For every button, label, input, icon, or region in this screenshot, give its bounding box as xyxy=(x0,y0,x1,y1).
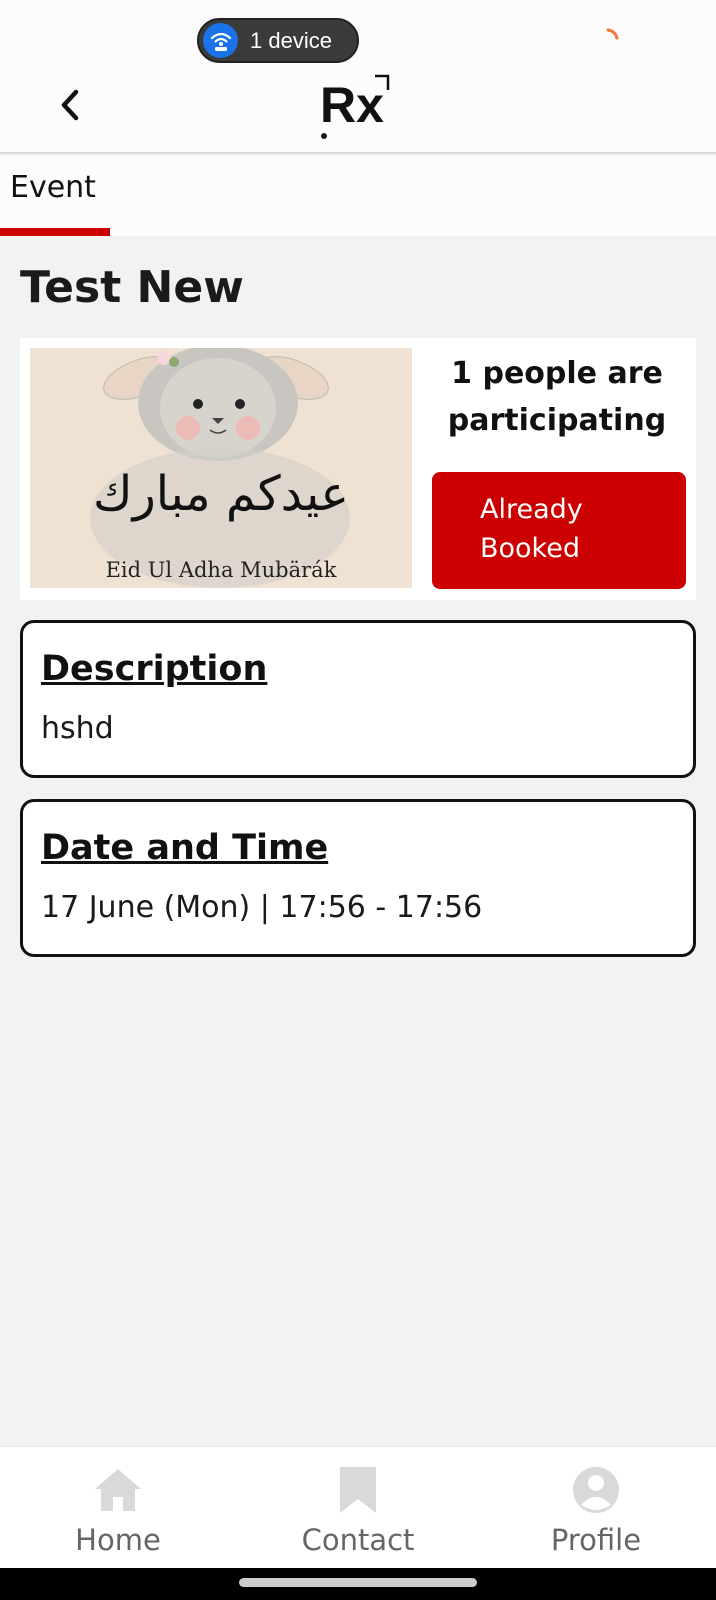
event-card: عيدكم مبارك Eid Ul Adha Mubärák 1 people… xyxy=(20,338,696,600)
user-icon xyxy=(573,1467,619,1513)
date-time-heading: Date and Time xyxy=(41,828,329,868)
tab-bar: Event xyxy=(0,156,716,236)
nav-contact[interactable]: Contact xyxy=(268,1447,448,1569)
nav-home-label: Home xyxy=(75,1523,161,1557)
status-bar: 1 device xyxy=(0,0,716,66)
tab-event[interactable]: Event xyxy=(0,156,110,236)
nav-profile[interactable]: Profile xyxy=(506,1447,686,1569)
bookmark-icon xyxy=(340,1467,376,1513)
nav-profile-label: Profile xyxy=(550,1523,642,1557)
home-gesture-handle[interactable] xyxy=(239,1578,477,1587)
date-time-card: Date and Time 17 June (Mon) | 17:56 - 17… xyxy=(20,799,696,957)
event-title: Test New xyxy=(20,262,244,313)
home-icon xyxy=(95,1469,141,1511)
app-header: Rx xyxy=(0,66,716,154)
already-booked-button[interactable]: Already Booked xyxy=(432,472,686,589)
wifi-icon xyxy=(203,23,238,58)
nav-contact-label: Contact xyxy=(301,1523,415,1557)
participants-count: 1 people are participating xyxy=(447,356,667,438)
description-heading: Description xyxy=(41,649,268,689)
description-text: hshd xyxy=(41,711,114,746)
date-time-text: 17 June (Mon) | 17:56 - 17:56 xyxy=(41,890,483,925)
device-count-label: 1 device xyxy=(250,27,332,53)
loading-spinner-icon xyxy=(606,28,619,40)
back-button[interactable] xyxy=(48,80,92,130)
connected-devices-pill[interactable]: 1 device xyxy=(197,18,359,63)
active-tab-indicator xyxy=(0,228,110,236)
eid-arabic-text: عيدكم مبارك xyxy=(93,466,349,522)
eid-caption: Eid Ul Adha Mubärák xyxy=(105,558,337,582)
tab-label: Event xyxy=(10,170,96,205)
svg-text:Rx: Rx xyxy=(320,77,384,133)
system-gesture-bar xyxy=(0,1568,716,1600)
bottom-navigation: Home Contact Profile xyxy=(0,1446,716,1568)
nav-home[interactable]: Home xyxy=(28,1447,208,1569)
event-image[interactable]: عيدكم مبارك Eid Ul Adha Mubärák xyxy=(30,348,412,588)
description-card: Description hshd xyxy=(20,620,696,778)
rx-logo: Rx xyxy=(320,74,390,139)
chevron-left-icon xyxy=(61,89,79,121)
